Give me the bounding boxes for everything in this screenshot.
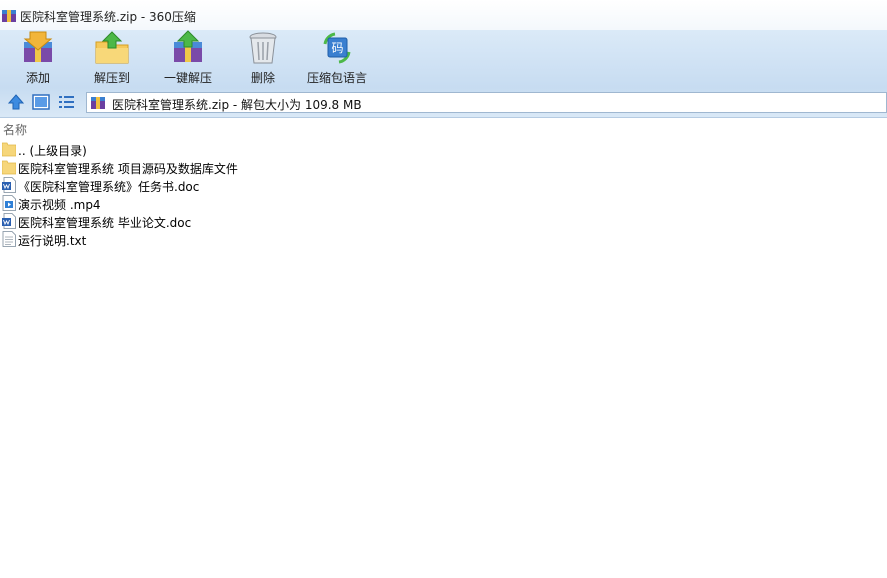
language-icon-glyph: 码 <box>331 41 343 55</box>
delete-button[interactable]: 删除 <box>230 30 296 88</box>
archive-language-label: 压缩包语言 <box>306 71 367 85</box>
window-title: 医院科室管理系统.zip - 360压缩 <box>20 10 196 24</box>
word-doc-icon <box>2 213 16 229</box>
extract-to-button[interactable]: 解压到 <box>79 30 145 88</box>
archive-language-icon: 码 <box>323 32 351 64</box>
archive-app-icon <box>2 10 16 22</box>
up-arrow-icon[interactable] <box>7 93 25 111</box>
one-click-extract-label: 一键解压 <box>163 71 212 85</box>
add-archive-icon <box>23 31 53 62</box>
delete-label: 删除 <box>250 71 275 85</box>
list-item[interactable]: 《医院科室管理系统》任务书.doc <box>0 176 887 194</box>
zip-archive-icon <box>91 97 105 109</box>
title-bar: 医院科室管理系统.zip - 360压缩 <box>0 0 887 30</box>
list-item[interactable]: 演示视频 .mp4 <box>0 194 887 212</box>
file-name: 运行说明.txt <box>18 234 87 248</box>
file-name: 医院科室管理系统 项目源码及数据库文件 <box>18 162 238 176</box>
one-click-extract-icon <box>174 30 202 62</box>
archive-path-text: 医院科室管理系统.zip - 解包大小为 109.8 MB <box>112 98 362 112</box>
list-item[interactable]: .. (上级目录) <box>0 140 887 158</box>
navigation-bar: 医院科室管理系统.zip - 解包大小为 109.8 MB <box>0 88 887 118</box>
main-toolbar: 添加 解压到 一键解压 删除 码 压缩包语言 <box>0 30 887 88</box>
one-click-extract-button[interactable]: 一键解压 <box>155 30 221 88</box>
column-name-header[interactable]: 名称 <box>3 121 27 138</box>
file-name: 《医院科室管理系统》任务书.doc <box>18 180 200 194</box>
folder-icon <box>2 142 16 157</box>
file-name: 演示视频 .mp4 <box>18 198 101 212</box>
add-label: 添加 <box>25 71 50 85</box>
add-button[interactable]: 添加 <box>5 30 71 88</box>
file-name: .. (上级目录) <box>18 144 87 158</box>
list-item[interactable]: 运行说明.txt <box>0 230 887 248</box>
archive-language-button[interactable]: 码 压缩包语言 <box>304 30 370 88</box>
list-view-icon[interactable] <box>57 93 75 111</box>
column-header: 名称 <box>0 119 887 138</box>
list-item[interactable]: 医院科室管理系统 项目源码及数据库文件 <box>0 158 887 176</box>
list-item[interactable]: 医院科室管理系统 毕业论文.doc <box>0 212 887 230</box>
extract-to-label: 解压到 <box>93 71 130 85</box>
path-bar[interactable]: 医院科室管理系统.zip - 解包大小为 109.8 MB <box>86 92 887 113</box>
word-doc-icon <box>2 177 16 193</box>
video-file-icon <box>2 195 16 211</box>
extract-folder-icon <box>95 31 129 64</box>
trash-can-icon <box>249 32 277 64</box>
text-file-icon <box>2 231 16 247</box>
thumbnail-view-icon[interactable] <box>32 93 50 111</box>
folder-icon <box>2 160 16 175</box>
file-name: 医院科室管理系统 毕业论文.doc <box>18 216 192 230</box>
